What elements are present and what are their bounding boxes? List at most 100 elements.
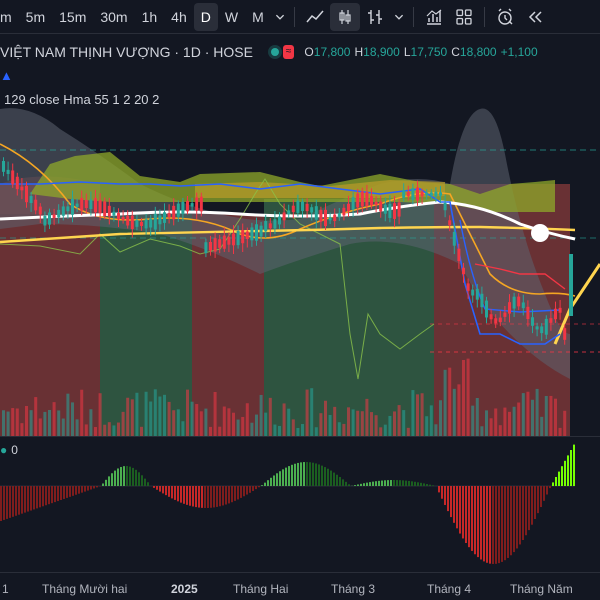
osc-bar xyxy=(171,486,173,499)
volume-bar xyxy=(498,425,502,436)
timeframe-30m[interactable]: 30m xyxy=(93,3,134,31)
osc-bar xyxy=(522,486,524,541)
osc-bar xyxy=(291,464,293,486)
volume-bar xyxy=(222,406,226,436)
candle-body xyxy=(126,215,130,226)
price-chart-canvas[interactable] xyxy=(0,34,600,436)
time-axis[interactable]: 1 Tháng Mười hai 2025 Tháng Hai Tháng 3 … xyxy=(0,573,600,600)
timeframe-5m[interactable]: 5m xyxy=(19,3,52,31)
osc-bar xyxy=(402,480,404,486)
osc-bar xyxy=(384,480,386,486)
volume-bar xyxy=(489,418,493,436)
osc-bar xyxy=(570,450,572,486)
osc-bar xyxy=(270,477,272,486)
candle-body xyxy=(420,191,424,197)
volume-bar xyxy=(471,405,475,436)
chevron-down-icon[interactable] xyxy=(271,3,289,31)
candle-body xyxy=(448,220,452,226)
oscillator-canvas[interactable] xyxy=(0,437,600,572)
osc-bar xyxy=(495,486,497,564)
volume-bar xyxy=(549,395,553,436)
volume-bar xyxy=(227,408,231,436)
volume-bar xyxy=(379,427,383,436)
osc-bar xyxy=(492,486,494,564)
timeframe-m[interactable]: m xyxy=(0,3,19,31)
osc-bar xyxy=(501,486,503,562)
timeframe-d[interactable]: D xyxy=(193,2,218,31)
candle-body xyxy=(130,215,134,229)
candle-body xyxy=(296,200,300,213)
candle-body xyxy=(15,176,19,190)
volume-bar xyxy=(383,424,387,436)
osc-bar xyxy=(345,481,347,486)
volume-bar xyxy=(429,405,433,436)
timeframe-m-month[interactable]: M xyxy=(245,3,271,31)
timeframe-w[interactable]: W xyxy=(218,3,245,31)
volume-bar xyxy=(296,427,300,436)
candle-body xyxy=(337,213,341,218)
osc-bar xyxy=(411,481,413,486)
candles-icon[interactable] xyxy=(329,2,360,31)
osc-bar xyxy=(111,473,113,486)
candle-body xyxy=(52,214,56,219)
candle-body xyxy=(508,302,511,314)
volume-bar xyxy=(503,407,507,436)
candle-body xyxy=(121,217,125,221)
timeframe-1h[interactable]: 1h xyxy=(135,3,165,31)
osc-bar xyxy=(138,472,140,486)
candle-body xyxy=(153,213,157,230)
candle-body xyxy=(416,187,419,201)
volume-bar xyxy=(416,394,419,436)
osc-bar xyxy=(468,486,470,548)
templates-icon[interactable] xyxy=(449,3,479,31)
osc-bar xyxy=(366,482,368,486)
candle-body xyxy=(471,289,475,296)
volume-bar xyxy=(34,397,38,436)
osc-bar xyxy=(210,486,212,508)
bar-chart-icon[interactable] xyxy=(360,3,390,31)
osc-bar xyxy=(558,471,560,486)
volume-bar xyxy=(135,392,139,436)
osc-bar xyxy=(0,486,2,521)
osc-bar xyxy=(393,480,395,486)
line-chart-icon[interactable] xyxy=(300,3,330,31)
osc-bar xyxy=(114,470,116,486)
timeframe-4h[interactable]: 4h xyxy=(164,3,194,31)
osc-bar xyxy=(324,467,326,486)
timeframe-15m[interactable]: 15m xyxy=(52,3,93,31)
volume-bar xyxy=(52,402,56,436)
osc-bar xyxy=(6,486,8,519)
chevron-down-icon[interactable] xyxy=(390,3,408,31)
osc-bar xyxy=(63,486,65,499)
osc-bar xyxy=(36,486,38,509)
candle-body xyxy=(107,205,111,217)
osc-bar xyxy=(126,466,128,486)
indicators-icon[interactable] xyxy=(419,3,449,31)
osc-bar xyxy=(93,486,95,489)
osc-bar xyxy=(480,486,482,560)
osc-bar xyxy=(423,483,425,486)
osc-bar xyxy=(555,477,557,486)
replay-icon[interactable] xyxy=(520,3,550,31)
candle-body xyxy=(365,192,369,206)
osc-bar xyxy=(216,486,218,507)
candle-body xyxy=(494,318,498,324)
osc-bar xyxy=(237,486,239,500)
osc-bar xyxy=(375,481,377,486)
candle-body xyxy=(61,206,65,216)
osc-bar xyxy=(222,486,224,506)
osc-bar xyxy=(174,486,176,500)
volume-bar xyxy=(213,391,217,436)
osc-bar xyxy=(105,479,107,486)
osc-bar xyxy=(42,486,44,507)
volume-bar xyxy=(273,424,277,436)
osc-bar xyxy=(24,486,26,513)
osc-bar xyxy=(513,486,515,553)
volume-bar xyxy=(485,410,488,436)
osc-bar xyxy=(504,486,506,561)
candle-body xyxy=(250,227,254,241)
osc-bar xyxy=(567,455,569,486)
alert-icon[interactable] xyxy=(490,3,520,31)
osc-bar xyxy=(207,486,209,508)
candle-body xyxy=(434,191,438,197)
